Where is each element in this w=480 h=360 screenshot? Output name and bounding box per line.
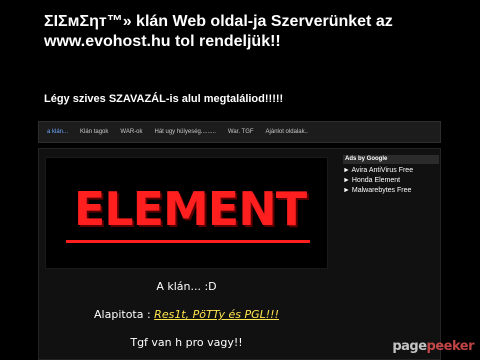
nav-item-war-tgf[interactable]: War. TGF <box>228 129 254 135</box>
founders-line: Alapitota : Res1t, PöTTy és PGL!!! <box>45 308 328 321</box>
logo-underline <box>66 240 310 243</box>
ads-sidebar: Ads by Google ► Avira AntiVirus Free ► H… <box>343 155 439 194</box>
nav-item-hulyeseg[interactable]: Hát ugy hülyeség......... <box>155 129 216 135</box>
main-nav: a klán... Klán tagok WAR-ok Hát ugy hüly… <box>38 121 441 143</box>
watermark-part2: peeker <box>426 339 475 354</box>
watermark-part1: page <box>392 339 427 354</box>
nav-item-ajanlot-oldalak[interactable]: Ajánlot oldalak.. <box>266 129 308 135</box>
ads-header[interactable]: Ads by Google <box>343 155 439 164</box>
element-logo: ELEMENT <box>73 182 307 236</box>
founders-names: Res1t, PöTTy és PGL!!! <box>154 308 279 321</box>
pagepeeker-watermark: pagepeeker <box>392 339 474 354</box>
ad-link-honda[interactable]: ► Honda Element <box>343 177 439 184</box>
ad-link-malwarebytes[interactable]: ► Malwarebytes Free <box>343 187 439 194</box>
founders-label: Alapitota : <box>94 308 155 321</box>
intro-line: A klán... :D <box>156 280 217 293</box>
site-title: ΣΙΣмΣηт™» klán Web oldal-ja Szerverünket… <box>44 13 393 50</box>
ad-link-avira[interactable]: ► Avira AntiVirus Free <box>343 167 439 174</box>
nav-item-klan-tagok[interactable]: Klán tagok <box>80 129 108 135</box>
nav-item-klan[interactable]: a klán... <box>47 129 68 135</box>
nav-item-war-ok[interactable]: WAR-ok <box>120 129 142 135</box>
tgf-line: Tgf van h pro vagy!! <box>130 336 243 349</box>
site-subtitle: Légy szives SZAVAZÁL-is alul megtaláliod… <box>44 93 284 105</box>
